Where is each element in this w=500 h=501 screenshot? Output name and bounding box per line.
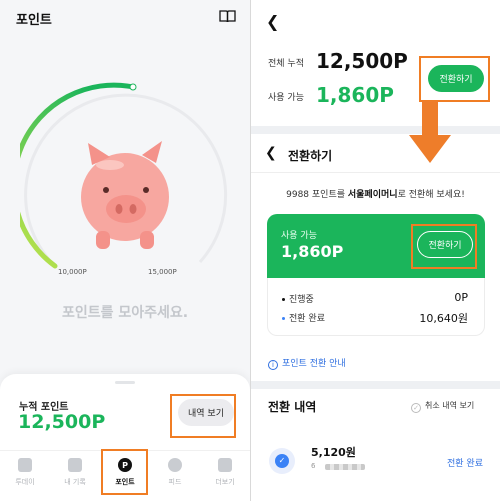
history-item-icon: ✓ (269, 448, 295, 474)
tab-my-records[interactable]: 내 기록 (50, 451, 100, 501)
check-badge-icon: ✓ (275, 454, 289, 468)
gauge-knob (129, 83, 137, 91)
history-item-redacted (325, 464, 365, 470)
completed-value: 10,640원 (419, 312, 468, 325)
points-screen: 포인트 10,000P 15,000P 포인트를 모아주세요. 누적 포인트 1… (0, 0, 250, 501)
highlight-box-points-tab (101, 449, 148, 495)
convert-notice: 9988 포인트를 서울페이머니로 전환해 보세요! (251, 187, 500, 200)
tab-label: 내 기록 (64, 478, 86, 486)
conversion-status-card: 진행중 0P 전환 완료 10,640원 (267, 278, 485, 336)
sheet-handle[interactable] (115, 381, 135, 384)
available-label: 사용 가능 (268, 93, 304, 103)
history-item-status: 전환 완료 (447, 459, 483, 469)
feed-icon (168, 458, 182, 472)
menu-icon (218, 458, 232, 472)
tab-label: 더보기 (215, 478, 235, 486)
tab-more[interactable]: 더보기 (200, 451, 250, 501)
card-available-value: 1,860P (281, 242, 344, 261)
highlight-box-card-convert (411, 224, 477, 269)
in-progress-label: 진행중 (282, 292, 314, 305)
available-value: 1,860P (316, 83, 394, 107)
tab-feed[interactable]: 피드 (150, 451, 200, 501)
history-item-sub: 6 (311, 462, 316, 470)
card-available-label: 사용 가능 (281, 231, 317, 241)
total-accumulated-label: 전체 누적 (268, 59, 304, 69)
back-chevron-icon[interactable]: ❮ (265, 145, 277, 161)
highlight-box-history (170, 394, 236, 438)
notice-suffix: 로 전환해 보세요! (397, 190, 465, 200)
cancel-history-toggle[interactable]: ✓ 취소 내역 보기 (411, 400, 474, 413)
app-root: 포인트 10,000P 15,000P 포인트를 모아주세요. 누적 포인트 1… (0, 0, 500, 501)
notice-prefix: 9988 포인트를 (286, 190, 348, 200)
gauge-tick-high: 15,000P (148, 268, 177, 276)
info-icon: i (268, 360, 278, 370)
in-progress-value: 0P (454, 291, 468, 304)
calendar-icon (18, 458, 32, 472)
accumulated-points-value: 12,500P (18, 411, 106, 433)
book-icon[interactable] (219, 10, 236, 23)
tab-today[interactable]: 투데이 (0, 451, 50, 501)
page-title: 포인트 (16, 13, 52, 28)
highlight-box-convert (419, 56, 490, 102)
piggy-bank-icon (81, 141, 169, 249)
check-circle-icon: ✓ (411, 403, 421, 413)
tab-label: 피드 (168, 478, 182, 486)
gauge-tick-low: 10,000P (58, 268, 87, 276)
history-title: 전환 내역 (268, 400, 317, 414)
bar-chart-icon (68, 458, 82, 472)
back-arrow-icon[interactable]: ❮ (266, 12, 279, 31)
section-divider (251, 126, 500, 134)
completed-label: 전환 완료 (282, 311, 325, 324)
section-divider-2 (251, 381, 500, 389)
header-divider (251, 172, 500, 173)
conversion-screen: ❮ 전체 누적 12,500P 사용 가능 1,860P 전환하기 ❮ 전환하기… (251, 0, 500, 501)
collect-points-message: 포인트를 모아주세요. (61, 305, 189, 321)
tab-label: 투데이 (15, 478, 35, 486)
total-accumulated-value: 12,500P (316, 49, 408, 73)
notice-bold: 서울페이머니 (347, 190, 398, 200)
history-item-amount: 5,120원 (311, 446, 356, 459)
conversion-guide-link[interactable]: i 포인트 전환 안내 (268, 356, 346, 370)
arrow-down-icon (409, 101, 451, 163)
convert-page-title: 전환하기 (288, 149, 333, 163)
